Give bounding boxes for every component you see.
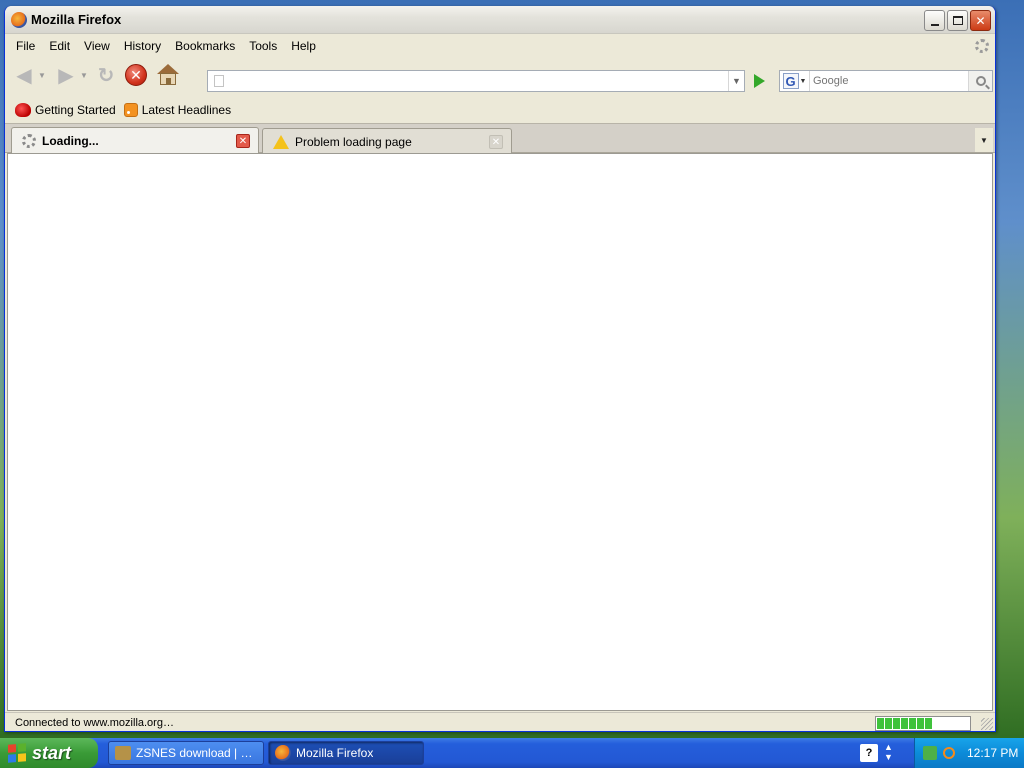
menu-tools[interactable]: Tools: [242, 39, 284, 53]
maximize-icon: [952, 16, 963, 25]
search-input[interactable]: [810, 72, 968, 90]
clock: 12:17 PM: [967, 746, 1019, 760]
go-button[interactable]: [750, 72, 768, 90]
network-icon[interactable]: [923, 746, 937, 760]
forward-history-dropdown[interactable]: ▼: [79, 71, 89, 80]
maximize-button[interactable]: [947, 10, 968, 31]
page-icon: [214, 75, 224, 87]
stop-button[interactable]: ✕: [123, 62, 149, 88]
start-button[interactable]: start: [0, 738, 98, 768]
zsnes-icon: [115, 746, 131, 760]
warning-icon: [273, 134, 289, 149]
progress-segment: [885, 718, 892, 729]
tab-loading[interactable]: Loading... ✕: [11, 127, 259, 154]
progress-fill: [877, 718, 932, 729]
url-history-dropdown[interactable]: ▼: [728, 71, 744, 91]
title-bar[interactable]: Mozilla Firefox ✕: [5, 6, 995, 34]
taskbar: start ZSNES download | So... Mozilla Fir…: [0, 738, 1024, 768]
resize-grip[interactable]: [981, 718, 993, 730]
language-indicator[interactable]: ?: [860, 744, 878, 762]
menu-bar: File Edit View History Bookmarks Tools H…: [5, 35, 995, 57]
close-icon: ✕: [491, 136, 501, 148]
home-icon-door: [166, 78, 171, 85]
bookmark-label: Latest Headlines: [141, 103, 232, 117]
bookmark-latest-headlines[interactable]: Latest Headlines: [123, 103, 232, 117]
tab-list-button[interactable]: ▼: [975, 128, 993, 152]
minimize-icon: [930, 23, 939, 26]
expand-tray-icon[interactable]: ▲ ▼: [884, 742, 893, 762]
progress-segment: [901, 718, 908, 729]
taskbar-item-label: ZSNES download | So...: [136, 746, 256, 760]
tab-close-button[interactable]: ✕: [489, 135, 503, 149]
search-button[interactable]: [968, 71, 992, 91]
menu-edit[interactable]: Edit: [42, 39, 77, 53]
url-input[interactable]: [228, 72, 728, 90]
search-bar: G ▼: [779, 70, 993, 92]
search-tray-icon[interactable]: [943, 747, 955, 759]
firefox-bookmark-icon: [15, 103, 31, 117]
back-history-dropdown[interactable]: ▼: [37, 71, 47, 80]
bookmark-label: Getting Started: [35, 103, 116, 117]
tab-label: Loading...: [42, 134, 99, 148]
back-button[interactable]: ◀: [11, 62, 37, 88]
firefox-window: Mozilla Firefox ✕ File Edit View History…: [4, 6, 996, 732]
tab-problem-loading[interactable]: Problem loading page ✕: [262, 128, 512, 154]
progress-segment: [909, 718, 916, 729]
chevron-down-icon: ▼: [980, 135, 988, 145]
minimize-button[interactable]: [924, 10, 945, 31]
progress-segment: [877, 718, 884, 729]
tab-label: Problem loading page: [295, 134, 412, 149]
menu-history[interactable]: History: [117, 39, 168, 53]
forward-button[interactable]: ▶: [53, 62, 79, 88]
taskbar-item-label: Mozilla Firefox: [296, 746, 374, 760]
window-controls: ✕: [924, 10, 991, 31]
page-load-progress: [875, 716, 971, 731]
activity-throbber-icon: [975, 39, 989, 53]
reload-button[interactable]: ↻: [93, 62, 119, 88]
progress-segment: [893, 718, 900, 729]
url-bar[interactable]: ▼: [207, 70, 745, 92]
firefox-icon: [11, 11, 27, 28]
back-arrow-icon: ◀: [16, 64, 32, 87]
start-label: start: [32, 742, 72, 763]
progress-segment: [925, 718, 932, 729]
loading-spinner-icon: [22, 134, 36, 148]
status-bar: Connected to www.mozilla.org…: [5, 712, 995, 732]
navigation-toolbar: ◀ ▼ ▶ ▼ ↻ ✕ ▼ G ▼: [5, 58, 995, 92]
chevron-down-icon: ▼: [799, 77, 807, 85]
tab-bar: Loading... ✕ Problem loading page ✕ ▼: [5, 123, 995, 154]
menu-file[interactable]: File: [9, 39, 42, 53]
taskbar-item-firefox[interactable]: Mozilla Firefox: [268, 741, 424, 765]
close-icon: ✕: [238, 135, 248, 147]
forward-arrow-icon: ▶: [58, 64, 74, 87]
page-content[interactable]: [7, 153, 993, 711]
menu-bookmarks[interactable]: Bookmarks: [168, 39, 242, 53]
progress-segment: [917, 718, 924, 729]
reload-icon: ↻: [97, 64, 115, 87]
stop-icon: ✕: [125, 64, 147, 86]
status-text: Connected to www.mozilla.org…: [15, 716, 174, 729]
menu-view[interactable]: View: [77, 39, 117, 53]
menu-help[interactable]: Help: [284, 39, 323, 53]
system-tray: 12:17 PM: [914, 738, 1024, 768]
bookmarks-toolbar: Getting Started Latest Headlines: [5, 98, 995, 122]
chevron-down-icon: ▼: [732, 76, 741, 86]
taskbar-item-zsnes[interactable]: ZSNES download | So...: [108, 741, 264, 765]
search-engine-selector[interactable]: G ▼: [780, 71, 810, 91]
bookmark-getting-started[interactable]: Getting Started: [15, 103, 116, 117]
close-button[interactable]: ✕: [970, 10, 991, 31]
tab-close-button[interactable]: ✕: [236, 134, 250, 148]
rss-feed-icon: [123, 103, 138, 117]
close-icon: ✕: [975, 13, 986, 28]
go-arrow-icon: [753, 74, 765, 88]
search-icon: [975, 76, 986, 86]
firefox-icon: [275, 745, 291, 761]
windows-logo-icon: [8, 743, 26, 763]
home-button[interactable]: [155, 62, 181, 88]
google-icon: G: [782, 73, 799, 89]
window-title: Mozilla Firefox: [31, 12, 122, 27]
